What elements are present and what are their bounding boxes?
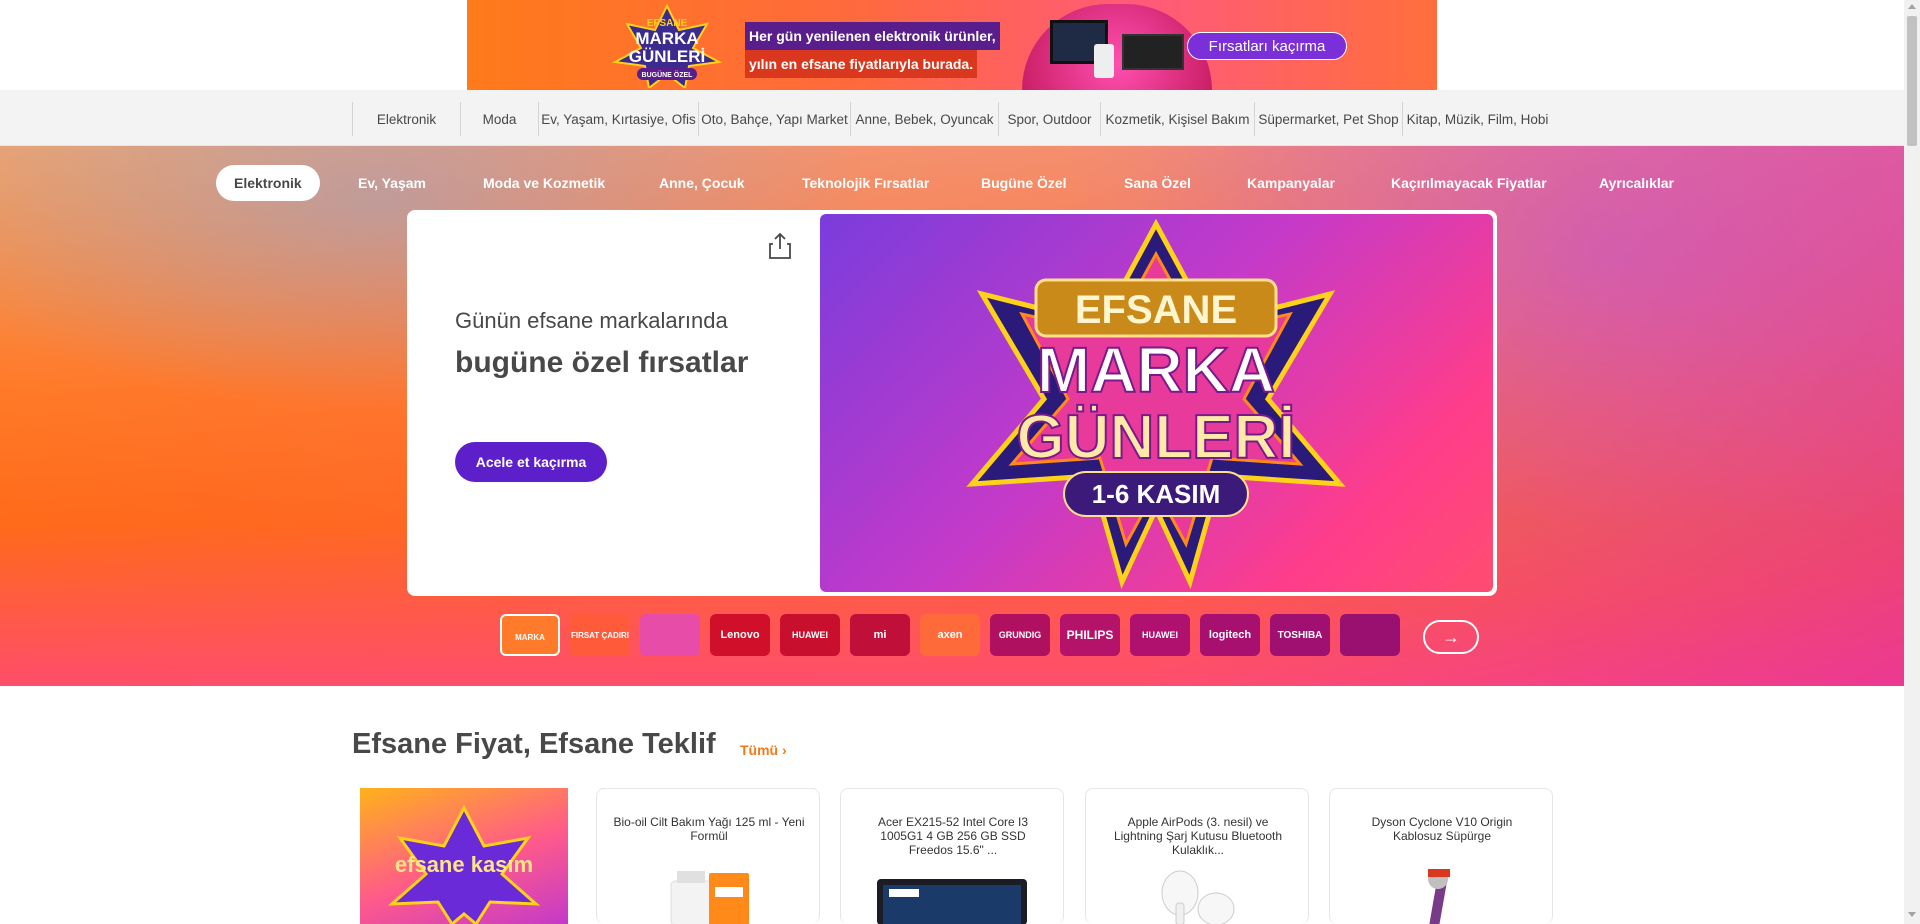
svg-text:MARKA: MARKA bbox=[635, 29, 698, 48]
laptop-image bbox=[1122, 34, 1184, 70]
svg-text:BUGÜNE ÖZEL: BUGÜNE ÖZEL bbox=[642, 70, 694, 79]
svg-text:GÜNLERİ: GÜNLERİ bbox=[1017, 403, 1296, 472]
subnav-ayricaliklar[interactable]: Ayrıcalıklar bbox=[1599, 165, 1674, 201]
banner-products-image bbox=[1022, 4, 1212, 90]
sub-navigation: Elektronik Ev, Yaşam Moda ve Kozmetik An… bbox=[0, 165, 1904, 201]
brand-thumb-xiaomi[interactable]: mi bbox=[850, 614, 910, 656]
svg-text:EFSANE: EFSANE bbox=[1075, 288, 1237, 332]
subnav-sana-ozel[interactable]: Sana Özel bbox=[1124, 165, 1191, 201]
category-spor[interactable]: Spor, Outdoor bbox=[998, 102, 1100, 136]
brand-thumb-label: HUAWEI bbox=[1142, 630, 1178, 640]
hero-subtitle: Günün efsane markalarında bbox=[455, 308, 728, 333]
brand-thumb-huawei[interactable]: HUAWEI bbox=[780, 614, 840, 656]
brand-thumb-grundig[interactable]: GRUNDIG bbox=[990, 614, 1050, 656]
hero-card: Günün efsane markalarında bugüne özel fı… bbox=[407, 210, 1497, 596]
svg-text:MARKA: MARKA bbox=[1037, 334, 1275, 406]
category-supermarket[interactable]: Süpermarket, Pet Shop bbox=[1254, 102, 1402, 136]
svg-text:efsane kasım: efsane kasım bbox=[395, 852, 533, 877]
product-name: Apple AirPods (3. nesil) ve Lightning Şa… bbox=[1113, 815, 1283, 857]
subnav-ev-yasam[interactable]: Ev, Yaşam bbox=[358, 165, 426, 201]
svg-text:1-6 KASIM: 1-6 KASIM bbox=[1092, 479, 1221, 509]
brand-thumb-huawei-2[interactable]: HUAWEI bbox=[1130, 614, 1190, 656]
efsane-kasim-promo-tile[interactable]: efsane kasım bbox=[360, 788, 568, 924]
scroll-up-arrow-icon[interactable] bbox=[1908, 4, 1916, 9]
brand-thumb-label: GRUNDIG bbox=[998, 630, 1042, 640]
svg-text:EFSANE: EFSANE bbox=[647, 18, 688, 29]
scroll-down-arrow-icon[interactable] bbox=[1908, 912, 1916, 917]
brand-thumb-emblem[interactable] bbox=[1340, 614, 1400, 656]
product-card-dyson[interactable]: Dyson Cyclone V10 Origin Kablosuz Süpürg… bbox=[1329, 788, 1553, 924]
banner-text: Her gün yenilenen elektronik ürünler, yı… bbox=[745, 22, 1003, 78]
product-image-laptop bbox=[877, 879, 1027, 924]
arrow-right-icon: → bbox=[1442, 627, 1460, 647]
category-kozmetik[interactable]: Kozmetik, Kişisel Bakım bbox=[1100, 102, 1254, 136]
brand-thumb-lenovo[interactable]: Lenovo bbox=[710, 614, 770, 656]
banner-cta-button[interactable]: Fırsatları kaçırma bbox=[1187, 32, 1347, 60]
banner-line-2: yılın en efsane fiyatlarıyla burada. bbox=[745, 50, 978, 78]
category-anne-bebek[interactable]: Anne, Bebek, Oyuncak bbox=[850, 102, 998, 136]
share-icon[interactable] bbox=[767, 232, 793, 260]
brand-thumb-label: MARKA GÜNLERİ bbox=[515, 633, 545, 642]
subnav-bugune-ozel[interactable]: Bugüne Özel bbox=[981, 165, 1067, 201]
campaign-star-graphic: EFSANE MARKA GÜNLERİ 1-6 KASIM bbox=[966, 218, 1346, 590]
category-ev-yasam[interactable]: Ev, Yaşam, Kırtasiye, Ofis bbox=[538, 102, 698, 136]
product-name: Bio-oil Cilt Bakım Yağı 125 ml - Yeni Fo… bbox=[613, 815, 805, 843]
page-scrollbar[interactable] bbox=[1904, 0, 1920, 924]
brand-thumb-axen[interactable]: axen bbox=[920, 614, 980, 656]
efsane-kasim-badge: efsane kasım bbox=[387, 804, 541, 924]
product-card-bio-oil[interactable]: Bio-oil Cilt Bakım Yağı 125 ml - Yeni Fo… bbox=[596, 788, 820, 924]
product-image-vacuum bbox=[1428, 869, 1450, 924]
product-card-airpods[interactable]: Apple AirPods (3. nesil) ve Lightning Şa… bbox=[1085, 788, 1309, 924]
scroll-thumb[interactable] bbox=[1907, 16, 1917, 146]
subnav-anne-cocuk[interactable]: Anne, Çocuk bbox=[659, 165, 745, 201]
product-image-airpods bbox=[1161, 870, 1235, 924]
banner-line-1: Her gün yenilenen elektronik ürünler, bbox=[745, 22, 1000, 50]
subnav-elektronik[interactable]: Elektronik bbox=[216, 165, 320, 201]
product-image-bio-oil bbox=[670, 871, 749, 924]
hero-campaign-image[interactable]: EFSANE MARKA GÜNLERİ 1-6 KASIM bbox=[820, 214, 1493, 592]
hero-cta-button[interactable]: Acele et kaçırma bbox=[455, 442, 607, 482]
brand-thumb-logitech[interactable]: logitech bbox=[1200, 614, 1260, 656]
brand-thumb-label: mi bbox=[873, 629, 887, 641]
product-name: Acer EX215-52 Intel Core I3 1005G1 4 GB … bbox=[877, 815, 1029, 857]
brand-thumb-philips[interactable]: PHILIPS bbox=[1060, 614, 1120, 656]
top-promo-banner[interactable]: EFSANE MARKA GÜNLERİ BUGÜNE ÖZEL Her gün… bbox=[467, 0, 1437, 90]
category-elektronik[interactable]: Elektronik bbox=[352, 102, 460, 136]
marka-gunleri-logo: EFSANE MARKA GÜNLERİ BUGÜNE ÖZEL bbox=[611, 4, 723, 88]
brand-thumb-label: HUAWEI bbox=[792, 630, 828, 640]
brand-thumb-toshiba[interactable]: TOSHIBA bbox=[1270, 614, 1330, 656]
brand-thumb-firsat-cadiri[interactable]: FIRSAT ÇADIRI bbox=[570, 614, 630, 656]
brand-thumb-label: FIRSAT ÇADIRI bbox=[570, 631, 630, 640]
hero-title: bugüne özel fırsatlar bbox=[455, 346, 749, 379]
brand-thumb-label: axen bbox=[937, 629, 963, 641]
brand-thumb-label: PHILIPS bbox=[1066, 628, 1114, 642]
product-card-acer-laptop[interactable]: Acer EX215-52 Intel Core I3 1005G1 4 GB … bbox=[840, 788, 1064, 924]
section-title: Efsane Fiyat, Efsane Teklif bbox=[352, 728, 716, 760]
product-name: Dyson Cyclone V10 Origin Kablosuz Süpürg… bbox=[1371, 815, 1513, 843]
device-image bbox=[1094, 44, 1114, 78]
brand-thumb-label: Lenovo bbox=[720, 629, 760, 641]
category-kitap[interactable]: Kitap, Müzik, Film, Hobi bbox=[1402, 102, 1552, 136]
brand-thumb-label: TOSHIBA bbox=[1277, 630, 1323, 641]
see-all-link[interactable]: Tümü › bbox=[740, 742, 787, 758]
category-oto-bahce[interactable]: Oto, Bahçe, Yapı Market bbox=[698, 102, 850, 136]
subnav-kacirilmayacak-fiyatlar[interactable]: Kaçırılmayacak Fiyatlar bbox=[1391, 165, 1547, 201]
category-menu: Elektronik Moda Ev, Yaşam, Kırtasiye, Of… bbox=[0, 90, 1904, 146]
category-moda[interactable]: Moda bbox=[460, 102, 538, 136]
subnav-kampanyalar[interactable]: Kampanyalar bbox=[1247, 165, 1335, 201]
brand-thumb-label: logitech bbox=[1208, 629, 1252, 641]
svg-text:GÜNLERİ: GÜNLERİ bbox=[629, 47, 706, 66]
carousel-next-button[interactable]: → bbox=[1423, 620, 1479, 654]
subnav-teknolojik-firsatlar[interactable]: Teknolojik Fırsatlar bbox=[802, 165, 929, 201]
subnav-moda-kozmetik[interactable]: Moda ve Kozmetik bbox=[483, 165, 605, 201]
brand-thumb-phone[interactable] bbox=[640, 614, 700, 656]
brand-thumb-marka-gunleri[interactable]: MARKA GÜNLERİ bbox=[500, 614, 560, 656]
